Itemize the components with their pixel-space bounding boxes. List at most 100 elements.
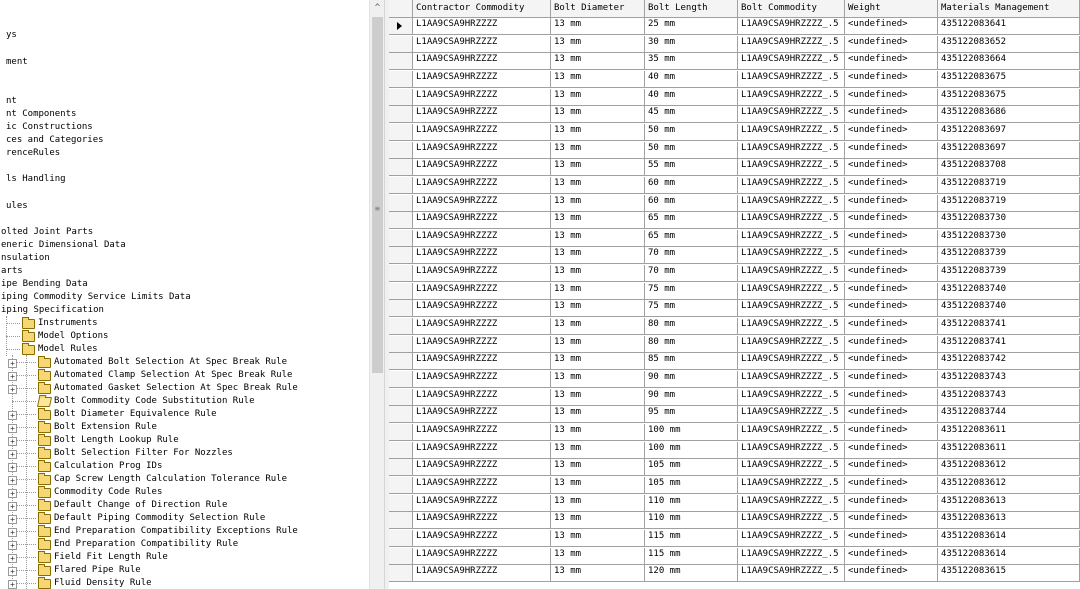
table-cell[interactable]: 435122083739 (938, 265, 1080, 283)
tree-item[interactable]: Bolt Commodity Code Substitution Rule (0, 395, 369, 408)
table-row[interactable]: L1AA9CSA9HRZZZZ 13 mm 100 mm L1AA9CSA9HRZZZ… (389, 441, 1080, 459)
table-cell[interactable]: <undefined> (845, 423, 938, 441)
row-selector[interactable] (389, 547, 413, 565)
table-cell[interactable]: 105 mm (645, 476, 738, 494)
table-cell[interactable]: L1AA9CSA9HRZZZZ (413, 159, 551, 177)
table-cell[interactable]: 435122083612 (938, 476, 1080, 494)
table-cell[interactable]: L1AA9CSA9HRZZZZ (413, 423, 551, 441)
table-cell[interactable]: 435122083744 (938, 406, 1080, 424)
table-cell[interactable]: 435122083719 (938, 194, 1080, 212)
tree-item[interactable]: + End Preparation Compatibility Rule (0, 538, 369, 551)
tree-item[interactable]: + Automated Clamp Selection At Spec Break… (0, 369, 369, 382)
table-cell[interactable]: L1AA9CSA9HRZZZZ_.5 (738, 53, 845, 71)
table-cell[interactable]: 13 mm (551, 353, 645, 371)
tree-item[interactable]: iping Commodity Service Limits Data (0, 291, 369, 304)
table-cell[interactable]: 13 mm (551, 265, 645, 283)
row-selector[interactable] (389, 300, 413, 318)
table-cell[interactable]: 75 mm (645, 282, 738, 300)
table-cell[interactable]: L1AA9CSA9HRZZZZ_.5 (738, 423, 845, 441)
table-cell[interactable]: <undefined> (845, 512, 938, 530)
table-cell[interactable]: 80 mm (645, 318, 738, 336)
table-cell[interactable]: <undefined> (845, 441, 938, 459)
table-row[interactable]: L1AA9CSA9HRZZZZ 13 mm 60 mm L1AA9CSA9HRZZZZ… (389, 176, 1080, 194)
table-cell[interactable]: <undefined> (845, 335, 938, 353)
table-cell[interactable]: L1AA9CSA9HRZZZZ_.5 (738, 106, 845, 124)
table-row[interactable]: L1AA9CSA9HRZZZZ 13 mm 50 mm L1AA9CSA9HRZZZZ… (389, 141, 1080, 159)
column-header[interactable]: Bolt Diameter (551, 0, 645, 17)
table-cell[interactable]: <undefined> (845, 141, 938, 159)
table-cell[interactable]: 115 mm (645, 547, 738, 565)
table-cell[interactable]: 13 mm (551, 247, 645, 265)
plus-expander-icon[interactable]: + (8, 437, 17, 446)
table-cell[interactable]: 435122083697 (938, 123, 1080, 141)
table-row[interactable]: L1AA9CSA9HRZZZZ 13 mm 90 mm L1AA9CSA9HRZZZZ… (389, 388, 1080, 406)
table-cell[interactable]: L1AA9CSA9HRZZZZ (413, 529, 551, 547)
table-cell[interactable]: <undefined> (845, 300, 938, 318)
table-cell[interactable]: 435122083675 (938, 70, 1080, 88)
tree-item[interactable]: + Bolt Diameter Equivalence Rule (0, 408, 369, 421)
row-selector[interactable] (389, 423, 413, 441)
table-cell[interactable]: <undefined> (845, 159, 938, 177)
table-cell[interactable]: <undefined> (845, 212, 938, 230)
table-cell[interactable]: 13 mm (551, 547, 645, 565)
table-cell[interactable]: 435122083641 (938, 18, 1080, 35)
table-cell[interactable]: L1AA9CSA9HRZZZZ (413, 512, 551, 530)
column-header[interactable]: Contractor Commodity (413, 0, 551, 17)
table-cell[interactable]: L1AA9CSA9HRZZZZ_.5 (738, 388, 845, 406)
table-cell[interactable]: L1AA9CSA9HRZZZZ (413, 88, 551, 106)
table-cell[interactable]: <undefined> (845, 247, 938, 265)
table-cell[interactable]: 80 mm (645, 335, 738, 353)
row-selector[interactable] (389, 565, 413, 583)
table-cell[interactable]: 13 mm (551, 423, 645, 441)
tree-item[interactable]: arts (0, 265, 369, 278)
plus-expander-icon[interactable]: + (8, 541, 17, 550)
plus-expander-icon[interactable]: + (8, 372, 17, 381)
table-cell[interactable]: <undefined> (845, 353, 938, 371)
table-cell[interactable]: 435122083741 (938, 335, 1080, 353)
table-cell[interactable]: 435122083652 (938, 35, 1080, 53)
table-cell[interactable]: L1AA9CSA9HRZZZZ (413, 565, 551, 583)
row-selector[interactable] (389, 106, 413, 124)
plus-expander-icon[interactable]: + (8, 424, 17, 433)
tree-item[interactable]: nt Components (0, 108, 369, 121)
plus-expander-icon[interactable]: + (8, 580, 17, 589)
table-cell[interactable]: L1AA9CSA9HRZZZZ (413, 371, 551, 388)
row-selector[interactable] (389, 388, 413, 406)
tree-item[interactable]: + End Preparation Compatibility Exception… (0, 525, 369, 538)
table-row[interactable]: L1AA9CSA9HRZZZZ 13 mm 85 mm L1AA9CSA9HRZZZZ… (389, 353, 1080, 371)
tree-item[interactable]: + Calculation Prog IDs (0, 460, 369, 473)
table-cell[interactable]: 435122083697 (938, 141, 1080, 159)
table-cell[interactable]: L1AA9CSA9HRZZZZ_.5 (738, 229, 845, 247)
table-cell[interactable]: 50 mm (645, 123, 738, 141)
table-cell[interactable]: 13 mm (551, 318, 645, 336)
row-selector[interactable] (389, 212, 413, 230)
tree-item[interactable]: + Fluid Density Rule (0, 577, 369, 589)
table-cell[interactable]: L1AA9CSA9HRZZZZ_.5 (738, 194, 845, 212)
table-cell[interactable]: L1AA9CSA9HRZZZZ (413, 494, 551, 512)
table-cell[interactable]: L1AA9CSA9HRZZZZ (413, 406, 551, 424)
table-cell[interactable]: L1AA9CSA9HRZZZZ (413, 476, 551, 494)
table-row[interactable]: L1AA9CSA9HRZZZZ 13 mm 110 mm L1AA9CSA9HRZZZ… (389, 494, 1080, 512)
table-cell[interactable]: 13 mm (551, 494, 645, 512)
tree-item[interactable]: + Flared Pipe Rule (0, 564, 369, 577)
table-cell[interactable]: 13 mm (551, 441, 645, 459)
table-cell[interactable]: L1AA9CSA9HRZZZZ (413, 53, 551, 71)
tree-item[interactable]: + Commodity Code Rules (0, 486, 369, 499)
table-cell[interactable]: 435122083730 (938, 229, 1080, 247)
row-selector[interactable] (389, 406, 413, 424)
row-selector[interactable] (389, 247, 413, 265)
tree-item[interactable]: Model Rules (0, 343, 369, 356)
table-row[interactable]: L1AA9CSA9HRZZZZ 13 mm 75 mm L1AA9CSA9HRZZZZ… (389, 282, 1080, 300)
plus-expander-icon[interactable]: + (8, 515, 17, 524)
table-cell[interactable]: 435122083614 (938, 529, 1080, 547)
table-cell[interactable]: 35 mm (645, 53, 738, 71)
row-selector[interactable] (389, 159, 413, 177)
table-cell[interactable]: 55 mm (645, 159, 738, 177)
plus-expander-icon[interactable]: + (8, 502, 17, 511)
column-header[interactable]: Weight (845, 0, 938, 17)
table-cell[interactable]: 13 mm (551, 512, 645, 530)
table-cell[interactable]: 13 mm (551, 88, 645, 106)
table-cell[interactable]: <undefined> (845, 229, 938, 247)
table-cell[interactable]: L1AA9CSA9HRZZZZ_.5 (738, 335, 845, 353)
table-cell[interactable]: L1AA9CSA9HRZZZZ_.5 (738, 70, 845, 88)
